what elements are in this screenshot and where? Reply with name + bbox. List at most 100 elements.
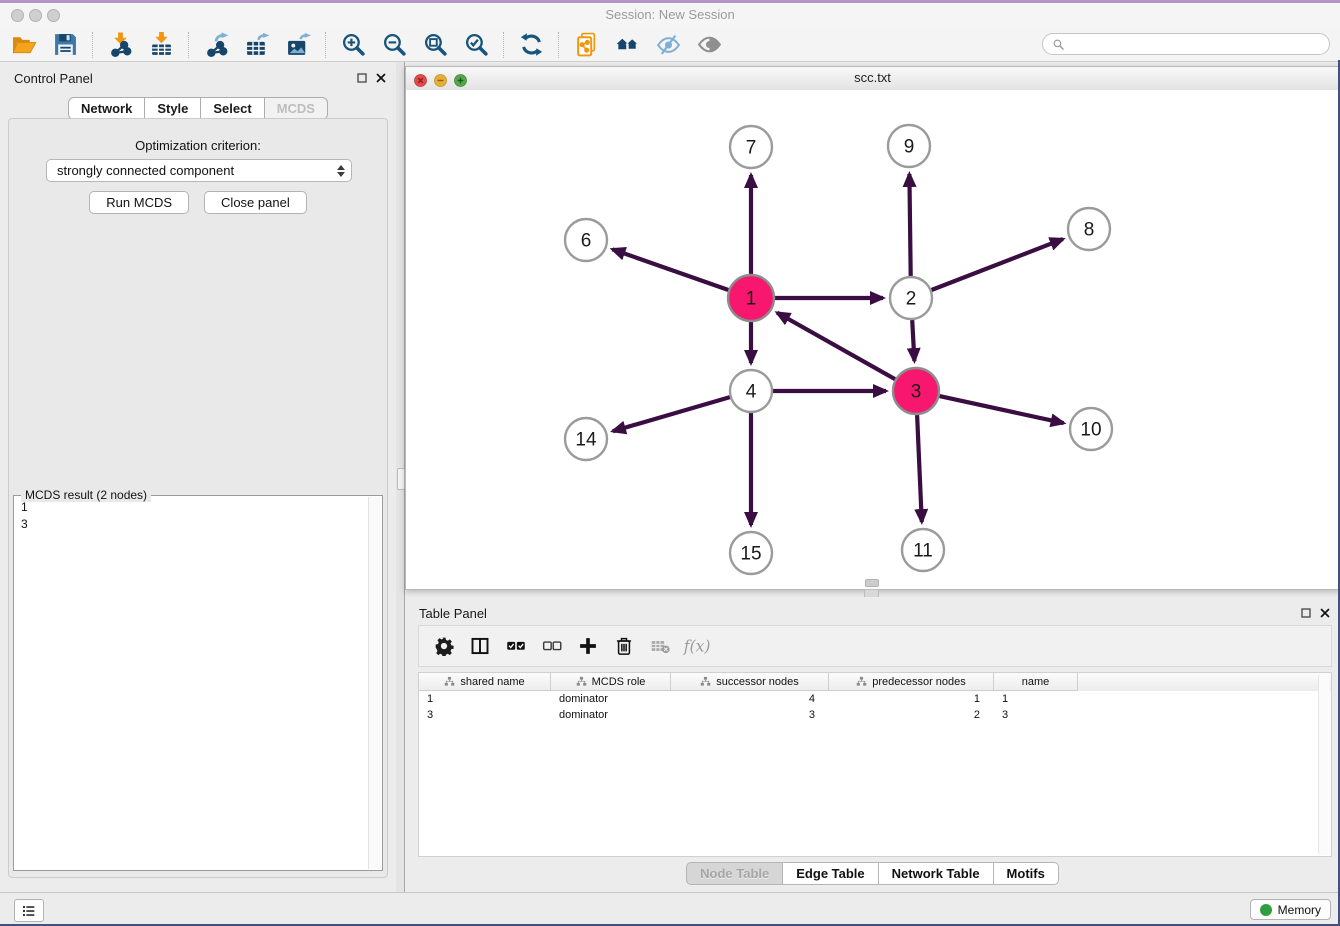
table-header-row: shared nameMCDS rolesuccessor nodesprede…	[419, 673, 1331, 691]
svg-text:f(x): f(x)	[683, 638, 711, 656]
criterion-select[interactable]: strongly connected component	[46, 159, 352, 182]
graph-node-3[interactable]: 3	[893, 368, 939, 414]
splitter-handle[interactable]	[397, 468, 405, 490]
run-mcds-button[interactable]: Run MCDS	[89, 191, 189, 214]
mcds-panel: Optimization criterion: strongly connect…	[8, 118, 388, 878]
graph-edge-4-14[interactable]	[613, 397, 730, 431]
table-cell[interactable]: 1	[419, 693, 551, 705]
column-header[interactable]: MCDS role	[551, 673, 671, 691]
zoom-fit-button[interactable]	[415, 30, 456, 60]
zoom-traffic-light[interactable]	[47, 9, 60, 22]
close-panel-icon[interactable]	[375, 71, 387, 89]
table-cell[interactable]: 1	[994, 693, 1078, 705]
graph-node-7[interactable]: 7	[730, 126, 772, 168]
table-cell[interactable]: 3	[994, 709, 1078, 721]
close-traffic-light[interactable]	[11, 9, 24, 22]
tab-edge-table[interactable]: Edge Table	[783, 862, 878, 885]
columns-button[interactable]	[465, 631, 494, 661]
gear-button[interactable]	[429, 631, 458, 661]
graph-edge-2-9[interactable]	[909, 174, 910, 276]
minimize-traffic-light[interactable]	[29, 9, 42, 22]
control-panel-tabs: NetworkStyleSelectMCDS	[0, 97, 396, 120]
graph-node-6[interactable]: 6	[565, 219, 607, 261]
result-item[interactable]: 3	[14, 516, 368, 533]
check-all-button[interactable]	[501, 631, 530, 661]
table-cell[interactable]: 1	[829, 693, 994, 705]
float-table-panel-icon[interactable]	[1300, 606, 1312, 624]
search-box[interactable]	[1042, 33, 1330, 55]
graph-node-1[interactable]: 1	[728, 275, 774, 321]
import-table-button[interactable]	[141, 30, 182, 60]
graph-node-10[interactable]: 10	[1070, 408, 1112, 450]
zoom-out-button[interactable]	[374, 30, 415, 60]
column-header[interactable]: predecessor nodes	[829, 673, 994, 691]
tab-node-table[interactable]: Node Table	[686, 862, 783, 885]
memory-button[interactable]: Memory	[1250, 899, 1331, 920]
tab-style[interactable]: Style	[145, 97, 201, 120]
graph-node-11[interactable]: 11	[902, 529, 944, 571]
close-panel-button[interactable]: Close panel	[204, 191, 307, 214]
export-table-icon	[245, 32, 270, 57]
zoom-sel-button[interactable]	[456, 30, 497, 60]
graph-node-2[interactable]: 2	[890, 277, 932, 319]
table-cell[interactable]: 3	[671, 709, 829, 721]
canvas-scroll-handle[interactable]	[865, 579, 879, 587]
table-cell[interactable]: 2	[829, 709, 994, 721]
columns-icon	[470, 636, 490, 656]
net-doc-button[interactable]	[566, 30, 607, 60]
open-folder-button[interactable]	[4, 30, 45, 60]
svg-text:3: 3	[911, 382, 922, 403]
graph-node-8[interactable]: 8	[1068, 208, 1110, 250]
graph-node-15[interactable]: 15	[730, 532, 772, 574]
save-button[interactable]	[45, 30, 86, 60]
graph-edge-2-8[interactable]	[932, 239, 1063, 290]
network-window: scc.txt 7968124314101511	[405, 66, 1340, 590]
table-row[interactable]: 1dominator411	[419, 691, 1331, 707]
graph-node-9[interactable]: 9	[888, 125, 930, 167]
table-cell[interactable]: 3	[419, 709, 551, 721]
column-header[interactable]: name	[994, 673, 1078, 691]
uncheck-all-button[interactable]	[537, 631, 566, 661]
tab-network-table[interactable]: Network Table	[879, 862, 994, 885]
tab-mcds[interactable]: MCDS	[265, 97, 328, 120]
export-img-button[interactable]	[278, 30, 319, 60]
column-header[interactable]: shared name	[419, 673, 551, 691]
close-table-panel-icon[interactable]	[1319, 606, 1331, 624]
table-scrollbar[interactable]	[1318, 674, 1330, 855]
import-net-button[interactable]	[100, 30, 141, 60]
graph-edge-3-10[interactable]	[940, 396, 1064, 423]
graph-edge-2-3[interactable]	[912, 320, 914, 361]
vertical-splitter[interactable]	[396, 62, 405, 892]
graph-node-14[interactable]: 14	[565, 418, 607, 460]
net-doc-icon	[574, 32, 599, 57]
graph-node-4[interactable]: 4	[730, 370, 772, 412]
eye-show-button[interactable]	[689, 30, 730, 60]
refresh-button[interactable]	[511, 30, 552, 60]
result-item[interactable]: 1	[14, 499, 368, 516]
automation-panel-button[interactable]	[14, 899, 44, 922]
network-canvas[interactable]: 7 9 6 8 1 2 4 3 14 10 15 11	[406, 90, 1339, 589]
export-net-button[interactable]	[196, 30, 237, 60]
add-button[interactable]	[573, 631, 602, 661]
float-panel-icon[interactable]	[356, 71, 368, 89]
search-icon	[1052, 38, 1065, 51]
graph-edge-3-1[interactable]	[777, 313, 895, 380]
tab-select[interactable]: Select	[201, 97, 264, 120]
tab-network[interactable]: Network	[68, 97, 145, 120]
export-table-button[interactable]	[237, 30, 278, 60]
table-cell[interactable]: dominator	[551, 709, 671, 721]
import-table-icon	[149, 32, 174, 57]
result-scrollbar[interactable]	[368, 497, 381, 869]
trash-button[interactable]	[609, 631, 638, 661]
tab-motifs[interactable]: Motifs	[994, 862, 1059, 885]
table-cell[interactable]: dominator	[551, 693, 671, 705]
column-header[interactable]: successor nodes	[671, 673, 829, 691]
graph-edge-1-6[interactable]	[612, 249, 728, 290]
table-cell[interactable]: 4	[671, 693, 829, 705]
graph-edge-3-11[interactable]	[917, 415, 922, 522]
homes-button[interactable]	[607, 30, 648, 60]
table-row[interactable]: 3dominator323	[419, 707, 1331, 723]
zoom-in-button[interactable]	[333, 30, 374, 60]
search-input[interactable]	[1070, 36, 1320, 52]
eye-hide-button[interactable]	[648, 30, 689, 60]
